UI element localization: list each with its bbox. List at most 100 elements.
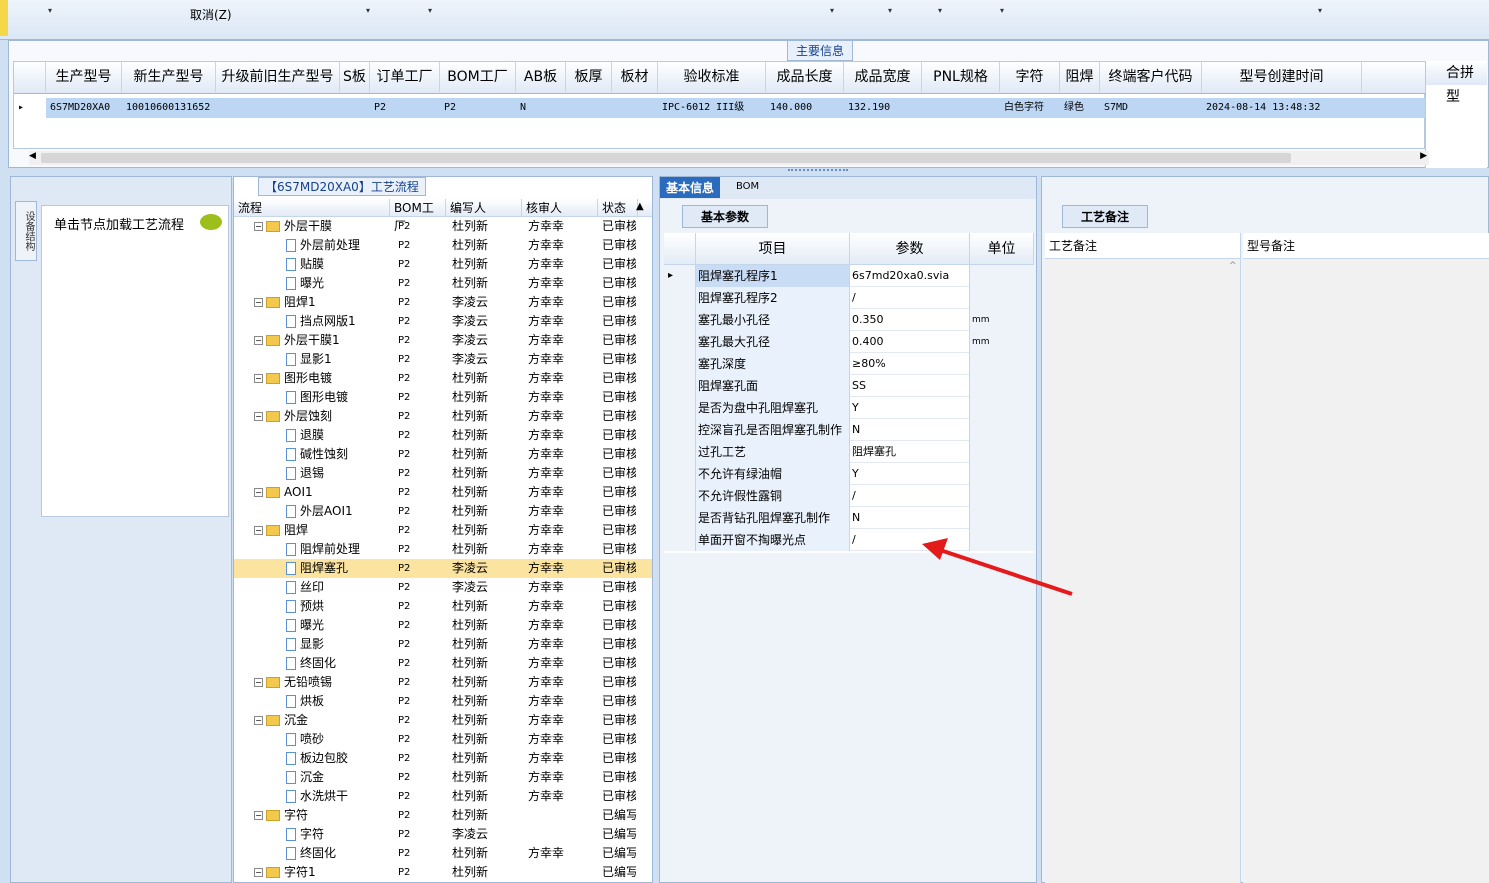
table-cell[interactable]: 140.000 (766, 98, 844, 118)
tree-row[interactable]: 曝光 P2 杜列新 方幸幸 已审核 (234, 274, 652, 293)
tree-node-label[interactable]: 沉金 (284, 713, 308, 727)
table-row[interactable]: ▸ 6S7MD20XA0 10010600131652 P2 P2 N IPC-6012 I… (14, 98, 1426, 118)
tree-node-label[interactable]: 外层前处理 (300, 238, 360, 252)
tree-node-label[interactable]: 阻焊塞孔 (300, 561, 348, 575)
tree-row[interactable]: 水洗烘干 P2 杜列新 方幸幸 已审核 (234, 787, 652, 806)
dropdown-arrow-icon[interactable]: ▾ (48, 6, 52, 15)
tree-node-label[interactable]: 图形电镀 (284, 371, 332, 385)
tree-node-label[interactable]: 终固化 (300, 656, 336, 670)
param-value[interactable]: 0.400 (850, 331, 970, 353)
tree-row[interactable]: 喷砂 P2 杜列新 方幸幸 已审核 (234, 730, 652, 749)
tree-row[interactable]: 图形电镀 P2 杜列新 方幸幸 已审核 (234, 388, 652, 407)
table-cell[interactable]: 白色字符 (1000, 98, 1060, 118)
param-value[interactable]: / (850, 485, 970, 507)
tree-row[interactable]: 退膜 P2 杜列新 方幸幸 已审核 (234, 426, 652, 445)
tree-node-label[interactable]: 板边包胶 (300, 751, 348, 765)
collapse-icon[interactable]: − (254, 868, 263, 877)
tree-node-label[interactable]: 外层干膜 (284, 219, 332, 233)
dropdown-arrow-icon[interactable]: ▾ (428, 6, 432, 15)
tree-node-label[interactable]: 显影 (300, 637, 324, 651)
collapse-icon[interactable]: − (254, 526, 263, 535)
table-cell[interactable]: 10010600131652 (122, 98, 216, 118)
dropdown-arrow-icon[interactable]: ▾ (1318, 6, 1322, 15)
tree-row[interactable]: 显影 P2 杜列新 方幸幸 已审核 (234, 635, 652, 654)
tab-basic-info[interactable]: 基本信息 (660, 177, 721, 198)
tree-row[interactable]: 阻焊前处理 P2 杜列新 方幸幸 已审核 (234, 540, 652, 559)
tab-device-structure[interactable]: 设备结构 (15, 201, 37, 261)
scroll-up-icon[interactable]: ^ (1229, 261, 1237, 271)
collapse-icon[interactable]: − (254, 678, 263, 687)
tree-node-label[interactable]: 外层AOI1 (300, 504, 353, 518)
collapse-icon[interactable]: − (254, 336, 263, 345)
tree-node-label[interactable]: 外层蚀刻 (284, 409, 332, 423)
tree-row[interactable]: 板边包胶 P2 杜列新 方幸幸 已审核 (234, 749, 652, 768)
tree-node-label[interactable]: 阻焊前处理 (300, 542, 360, 556)
tree-node-label[interactable]: 终固化 (300, 846, 336, 860)
column-header[interactable]: 生产型号 (46, 62, 122, 92)
horizontal-scrollbar[interactable]: ◀ ▶ (29, 151, 1429, 165)
collapse-icon[interactable]: − (254, 298, 263, 307)
dropdown-arrow-icon[interactable]: ▾ (366, 6, 370, 15)
tree-row[interactable]: − 外层干膜 P2 杜列新 方幸幸 已审核 (234, 217, 652, 236)
table-cell[interactable]: 2024-08-14 13:48:32 (1202, 98, 1362, 118)
tree-row[interactable]: 烘板 P2 杜列新 方幸幸 已审核 (234, 692, 652, 711)
collapse-icon[interactable]: − (254, 374, 263, 383)
tree-node-label[interactable]: AOI1 (284, 485, 313, 499)
column-header[interactable]: 成品长度 (766, 62, 844, 92)
table-cell[interactable]: IPC-6012 III级 (658, 98, 766, 118)
param-value[interactable]: N (850, 419, 970, 441)
collapse-icon[interactable]: − (254, 412, 263, 421)
tree-column-header[interactable]: 核审人 (522, 199, 598, 217)
tree-column-header[interactable]: 流程 (234, 199, 390, 217)
table-cell[interactable]: P2 (440, 98, 516, 118)
table-cell[interactable]: N (516, 98, 566, 118)
tree-row[interactable]: 阻焊塞孔 P2 李凌云 方幸幸 已审核 (234, 559, 652, 578)
table-cell[interactable]: 6S7MD20XA0 (46, 98, 122, 118)
tree-node-label[interactable]: 图形电镀 (300, 390, 348, 404)
tree-row[interactable]: − AOI1 P2 杜列新 方幸幸 已审核 (234, 483, 652, 502)
tree-column-header[interactable]: BOM工厂 (390, 199, 446, 233)
param-value[interactable]: 6s7md20xa0.svia (850, 265, 970, 287)
tree-node-label[interactable]: 字符 (284, 808, 308, 822)
tree-row[interactable]: 预烘 P2 杜列新 方幸幸 已审核 (234, 597, 652, 616)
tree-row[interactable]: 曝光 P2 杜列新 方幸幸 已审核 (234, 616, 652, 635)
collapse-icon[interactable]: − (254, 488, 263, 497)
column-header[interactable]: 型号创建时间 (1202, 62, 1362, 92)
horizontal-splitter[interactable] (8, 168, 1489, 176)
table-cell[interactable]: 绿色 (1060, 98, 1100, 118)
column-header[interactable]: 订单工厂 (370, 62, 440, 92)
tree-row[interactable]: − 阻焊1 P2 李凌云 方幸幸 已审核 (234, 293, 652, 312)
tree-row[interactable]: 终固化 P2 杜列新 方幸幸 已编写 (234, 844, 652, 863)
tree-row[interactable]: 退锡 P2 杜列新 方幸幸 已审核 (234, 464, 652, 483)
dropdown-arrow-icon[interactable]: ▾ (830, 6, 834, 15)
tree-node-label[interactable]: 字符 (300, 827, 324, 841)
param-row[interactable]: 不允许假性露铜 / (664, 485, 1034, 507)
column-header-param[interactable]: 参数 (850, 233, 970, 265)
tree-node-label[interactable]: 无铅喷锡 (284, 675, 332, 689)
param-row[interactable]: 不允许有绿油帽 Y (664, 463, 1034, 485)
param-row[interactable]: 过孔工艺 阻焊塞孔 (664, 441, 1034, 463)
column-header[interactable]: 阻焊 (1060, 62, 1100, 92)
tab-process-remarks[interactable]: 工艺备注 (1062, 205, 1149, 228)
tree-row[interactable]: − 沉金 P2 杜列新 方幸幸 已审核 (234, 711, 652, 730)
param-row[interactable]: 是否为盘中孔阻焊塞孔 Y (664, 397, 1034, 419)
tree-row[interactable]: − 字符 P2 杜列新 已编写 (234, 806, 652, 825)
table-cell[interactable]: S7MD (1100, 98, 1202, 118)
tree-column-header[interactable]: 编写人 (446, 199, 522, 217)
dropdown-arrow-icon[interactable]: ▾ (1000, 6, 1004, 15)
table-cell[interactable]: P2 (370, 98, 440, 118)
tree-row[interactable]: − 外层蚀刻 P2 杜列新 方幸幸 已审核 (234, 407, 652, 426)
collapse-icon[interactable]: − (254, 716, 263, 725)
tree-row[interactable]: 贴膜 P2 杜列新 方幸幸 已审核 (234, 255, 652, 274)
tree-row[interactable]: 沉金 P2 杜列新 方幸幸 已审核 (234, 768, 652, 787)
param-row[interactable]: ▸ 阻焊塞孔程序1 6s7md20xa0.svia (664, 265, 1034, 287)
tree-row[interactable]: 终固化 P2 杜列新 方幸幸 已审核 (234, 654, 652, 673)
scroll-left-icon[interactable]: ◀ (29, 151, 36, 161)
splitter-grip-icon[interactable] (788, 169, 848, 173)
tree-row[interactable]: − 图形电镀 P2 杜列新 方幸幸 已审核 (234, 369, 652, 388)
column-header-unit[interactable]: 单位 (970, 233, 1034, 265)
tab-basic-params[interactable]: 基本参数 (682, 205, 769, 228)
tree-row[interactable]: 外层AOI1 P2 杜列新 方幸幸 已审核 (234, 502, 652, 521)
param-row[interactable]: 控深盲孔是否阻焊塞孔制作 N (664, 419, 1034, 441)
column-header[interactable]: S板 (340, 62, 370, 92)
